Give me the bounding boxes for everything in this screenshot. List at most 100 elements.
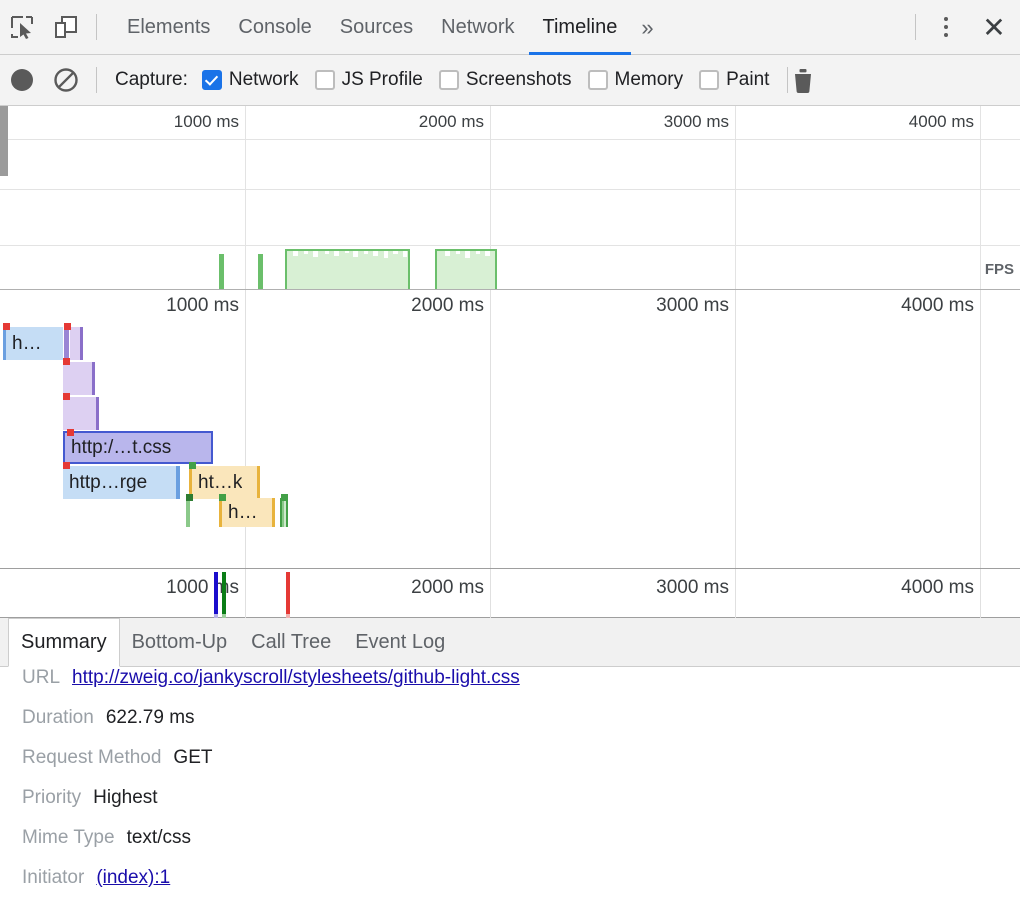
request-marker (3, 323, 10, 330)
record-button[interactable] (0, 58, 44, 102)
overview-tick-4000: 4000 ms (909, 112, 980, 132)
request-label: http:/…t.css (65, 437, 171, 459)
device-toolbar-icon[interactable] (44, 5, 88, 49)
details-tab-bottom-up[interactable]: Bottom-Up (120, 618, 240, 666)
details-tab-call-tree[interactable]: Call Tree (239, 618, 343, 666)
bottom-ruler-gridline (980, 569, 981, 618)
request-bar[interactable]: http…rge (63, 466, 180, 499)
request-bar[interactable]: h… (219, 498, 275, 527)
capture-option-paint[interactable]: Paint (699, 69, 769, 91)
summary-row-request-method: Request Method GET (0, 747, 1020, 787)
capture-option-memory[interactable]: Memory (588, 69, 684, 91)
tab-sources[interactable]: Sources (326, 0, 427, 55)
overview-tick-3000: 3000 ms (664, 112, 735, 132)
tabbar-right-group: ✕ (907, 5, 1020, 49)
summary-value-initiator[interactable]: (index):1 (96, 867, 170, 889)
waterfall-gridline (735, 290, 736, 568)
waterfall-tick-4000: 4000 ms (901, 295, 980, 317)
overview-window-handle-left[interactable] (0, 106, 8, 176)
timeline-bottom-ruler[interactable]: 1000 ms 2000 ms 3000 ms 4000 ms (0, 568, 1020, 618)
capture-option-screenshots[interactable]: Screenshots (439, 69, 572, 91)
summary-key: Priority (22, 787, 81, 809)
request-bar[interactable] (63, 362, 95, 395)
request-bar[interactable] (186, 498, 190, 527)
capture-option-js-profile[interactable]: JS Profile (315, 69, 423, 91)
summary-value-duration: 622.79 ms (106, 707, 195, 729)
capture-option-memory-label: Memory (615, 69, 684, 91)
waterfall-ruler[interactable] (0, 290, 1020, 322)
tab-console[interactable]: Console (224, 0, 325, 55)
request-marker (219, 494, 226, 501)
bottom-ruler-gridline (490, 569, 491, 618)
waterfall-tick-3000: 3000 ms (656, 295, 735, 317)
bottom-tick-2000: 2000 ms (411, 577, 490, 599)
trash-icon[interactable] (788, 58, 818, 102)
checkbox-screenshots[interactable] (439, 70, 459, 90)
capture-divider (96, 67, 97, 93)
request-bar[interactable] (280, 498, 288, 527)
summary-value-url[interactable]: http://zweig.co/jankyscroll/stylesheets/… (72, 667, 520, 689)
capture-option-screenshots-label: Screenshots (466, 69, 572, 91)
capture-option-network[interactable]: Network (202, 69, 299, 91)
summary-value-mime-type: text/css (127, 827, 191, 849)
bottom-tick-4000: 4000 ms (901, 577, 980, 599)
request-bar[interactable] (63, 397, 99, 430)
kebab-menu-icon[interactable] (924, 5, 968, 49)
request-bar-segment[interactable] (70, 327, 83, 360)
tab-elements[interactable]: Elements (113, 0, 224, 55)
details-panel: Summary Bottom-Up Call Tree Event Log UR… (0, 618, 1020, 916)
capture-option-network-label: Network (229, 69, 299, 91)
summary-rows: URL http://zweig.co/jankyscroll/styleshe… (0, 667, 1020, 907)
toolbar-divider-right (915, 14, 916, 40)
checkbox-network[interactable] (202, 70, 222, 90)
checkbox-memory[interactable] (588, 70, 608, 90)
request-bar-segment[interactable] (64, 327, 69, 360)
bottom-tick-1000: 1000 ms (166, 577, 245, 599)
event-marker-domcontentloaded[interactable] (214, 572, 218, 614)
waterfall-tick-1000: 1000 ms (166, 295, 245, 317)
devtools-tabbar: Elements Console Sources Network Timelin… (0, 0, 1020, 55)
request-bar[interactable]: h… (3, 327, 63, 360)
summary-value-request-method: GET (173, 747, 212, 769)
devtools-window: Elements Console Sources Network Timelin… (0, 0, 1020, 916)
request-marker (186, 494, 193, 501)
tab-timeline[interactable]: Timeline (529, 0, 632, 55)
timeline-overview[interactable]: 1000 ms 2000 ms 3000 ms 4000 ms (0, 106, 1020, 290)
event-marker-load[interactable] (286, 572, 290, 614)
request-label: h… (222, 502, 258, 524)
close-icon[interactable]: ✕ (968, 5, 1020, 49)
capture-toolbar: Capture: Network JS Profile Screenshots … (0, 55, 1020, 106)
overview-ruler[interactable] (0, 106, 1020, 140)
summary-key: Duration (22, 707, 94, 729)
capture-option-paint-label: Paint (726, 69, 769, 91)
overview-track-divider (0, 189, 1020, 190)
more-tabs-icon[interactable]: » (631, 0, 663, 55)
bottom-ruler-gridline (735, 569, 736, 618)
details-tabbar: Summary Bottom-Up Call Tree Event Log (0, 618, 1020, 667)
tab-network[interactable]: Network (427, 0, 528, 55)
request-label: h… (6, 333, 42, 355)
request-marker (63, 358, 70, 365)
bottom-tick-3000: 3000 ms (656, 577, 735, 599)
request-label: ht…k (192, 472, 242, 494)
request-bar-selected[interactable]: http:/…t.css (63, 431, 213, 464)
inspect-element-icon[interactable] (0, 5, 44, 49)
network-waterfall[interactable]: 1000 ms 2000 ms 3000 ms 4000 ms h… http:… (0, 290, 1020, 568)
details-tab-event-log[interactable]: Event Log (343, 618, 457, 666)
panel-tabs: Elements Console Sources Network Timelin… (113, 0, 664, 55)
waterfall-gridline (490, 290, 491, 568)
summary-key: Mime Type (22, 827, 115, 849)
checkbox-paint[interactable] (699, 70, 719, 90)
details-tab-summary[interactable]: Summary (8, 618, 120, 667)
bottom-ruler-gridline (245, 569, 246, 618)
event-marker-first-paint[interactable] (222, 572, 226, 614)
request-marker (64, 323, 71, 330)
summary-row-mime-type: Mime Type text/css (0, 827, 1020, 867)
checkbox-js-profile[interactable] (315, 70, 335, 90)
request-marker (189, 462, 196, 469)
summary-key: URL (22, 667, 60, 689)
request-marker (67, 429, 74, 436)
clear-icon[interactable] (44, 58, 88, 102)
cpu-area-chart (0, 246, 1020, 290)
summary-value-priority: Highest (93, 787, 157, 809)
